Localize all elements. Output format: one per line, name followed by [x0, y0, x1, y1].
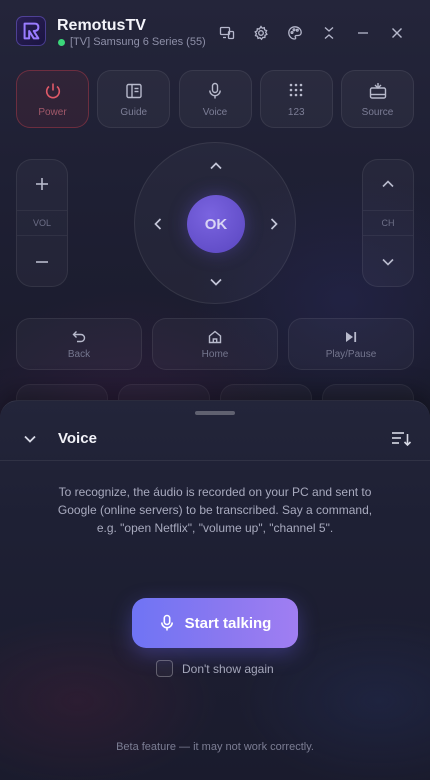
- numpad-label: 123: [287, 106, 305, 118]
- palette-icon[interactable]: [278, 22, 312, 44]
- start-talking-label: Start talking: [184, 614, 272, 632]
- dpad-down-button[interactable]: [207, 273, 225, 291]
- voice-options-button[interactable]: [390, 429, 412, 449]
- voice-panel-title: Voice: [58, 430, 97, 447]
- dpad: OK: [134, 142, 296, 304]
- home-button[interactable]: Home: [152, 318, 278, 370]
- voice-button[interactable]: Voice: [178, 70, 252, 128]
- top-button-row: Power Guide Voice 123 Source: [16, 70, 414, 128]
- dont-show-again-option[interactable]: Don't show again: [156, 660, 274, 677]
- voice-panel-header: Voice: [0, 419, 430, 459]
- chevron-right-icon: [270, 218, 278, 230]
- chevron-down-icon: [24, 435, 36, 443]
- power-button[interactable]: Power: [16, 70, 89, 128]
- ok-button[interactable]: OK: [187, 195, 245, 253]
- collapse-icon[interactable]: [312, 22, 346, 44]
- header-divider: [0, 460, 430, 461]
- voice-label: Voice: [202, 106, 228, 118]
- chevron-up-icon: [210, 162, 222, 170]
- back-label: Back: [67, 348, 91, 360]
- channel-down-button[interactable]: [380, 254, 396, 270]
- drag-handle[interactable]: [195, 411, 235, 415]
- app-logo: [16, 16, 46, 46]
- collapse-panel-button[interactable]: [20, 429, 40, 449]
- voice-info-text: To recognize, the áudio is recorded on y…: [57, 485, 373, 535]
- settings-icon[interactable]: [244, 22, 278, 44]
- play-pause-label: Play/Pause: [325, 348, 377, 360]
- dpad-left-button[interactable]: [149, 215, 167, 233]
- volume-up-button[interactable]: [34, 176, 50, 192]
- volume-down-button[interactable]: [34, 254, 50, 270]
- app-title: RemotusTV: [57, 17, 146, 34]
- dpad-up-button[interactable]: [207, 157, 225, 175]
- sort-list-icon: [392, 432, 412, 447]
- channel-label: CH: [363, 210, 413, 236]
- close-icon[interactable]: [380, 22, 414, 44]
- numpad-button[interactable]: 123: [259, 70, 333, 128]
- source-button[interactable]: Source: [341, 70, 414, 128]
- power-icon: [45, 83, 60, 98]
- dont-show-again-label: Don't show again: [182, 661, 274, 676]
- power-label: Power: [38, 106, 67, 118]
- voice-panel: Voice To recognize, the áudio is recorde…: [0, 400, 430, 780]
- devices-icon[interactable]: [210, 22, 244, 44]
- beta-note: Beta feature — it may not work correctly…: [116, 741, 314, 753]
- nav-button-row: Back Home Play/Pause: [16, 318, 414, 370]
- device-status: [TV] Samsung 6 Series (55): [58, 36, 206, 48]
- guide-icon: [126, 83, 142, 98]
- channel-rocker: CH: [362, 159, 414, 287]
- connected-indicator: [58, 38, 65, 46]
- minimize-icon[interactable]: [346, 22, 380, 44]
- device-name: [TV] Samsung 6 Series (55): [70, 36, 206, 48]
- microphone-icon: [209, 82, 221, 98]
- home-icon: [208, 330, 222, 343]
- play-pause-button[interactable]: Play/Pause: [288, 318, 414, 370]
- home-label: Home: [201, 348, 229, 360]
- back-arrow-icon: [72, 330, 86, 342]
- source-icon: [369, 82, 386, 99]
- chevron-left-icon: [154, 218, 162, 230]
- channel-up-button[interactable]: [380, 176, 396, 192]
- volume-label: VOL: [17, 210, 67, 236]
- guide-label: Guide: [120, 106, 148, 118]
- dont-show-again-checkbox[interactable]: [156, 660, 173, 677]
- chevron-down-icon: [210, 278, 222, 286]
- title-bar: RemotusTV [TV] Samsung 6 Series (55): [0, 0, 430, 58]
- microphone-icon: [160, 614, 173, 631]
- dpad-right-button[interactable]: [265, 215, 283, 233]
- guide-button[interactable]: Guide: [97, 70, 171, 128]
- play-pause-icon: [346, 331, 357, 342]
- start-talking-button[interactable]: Start talking: [132, 598, 298, 648]
- source-label: Source: [361, 106, 394, 118]
- volume-rocker: VOL: [16, 159, 68, 287]
- back-button[interactable]: Back: [16, 318, 142, 370]
- numpad-icon: [289, 83, 303, 96]
